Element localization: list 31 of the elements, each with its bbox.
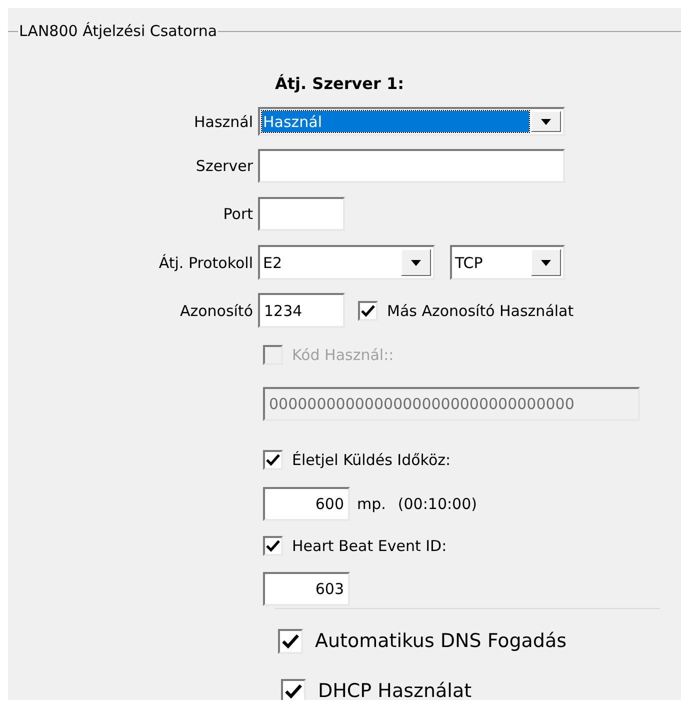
dropdown-arrow-icon: [411, 260, 421, 266]
checkbox-label: Életjel Küldés Időköz:: [292, 451, 451, 469]
field-label: Szerver: [194, 157, 254, 175]
checkbox[interactable]: [358, 300, 378, 320]
server-field[interactable]: [258, 149, 565, 183]
port-field[interactable]: [258, 197, 345, 231]
checkbox[interactable]: [263, 450, 283, 470]
event-id-field[interactable]: 603: [263, 572, 350, 606]
unit-label: mp.: [357, 495, 386, 513]
checkbox-label: Automatikus DNS Fogadás: [315, 630, 567, 652]
checkbox[interactable]: [281, 678, 306, 700]
checkbox[interactable]: [278, 628, 303, 654]
checkbox-label: Kód Használ::: [292, 346, 394, 364]
group-title: LAN800 Átjelzési Csatorna: [18, 21, 218, 41]
checkbox-label: DHCP Használat: [318, 680, 472, 700]
field-label: Azonosító: [178, 302, 254, 320]
dropdown-arrow-icon: [541, 118, 551, 124]
duration-label: (00:10:00): [398, 495, 477, 513]
field-label: Átj. Protokoll: [158, 254, 254, 272]
dropdown-arrow-icon: [541, 260, 551, 266]
checkbox-label: Más Azonosító Használat: [387, 302, 574, 320]
interval-field[interactable]: 600: [263, 487, 350, 521]
transport-dropdown[interactable]: TCP: [450, 245, 565, 280]
identifier-field[interactable]: 1234: [258, 293, 345, 328]
section-heading: Átj. Szerver 1:: [274, 74, 404, 92]
checkbox[interactable]: [263, 536, 283, 556]
checkbox-label: Heart Beat Event ID:: [292, 537, 447, 555]
use-dropdown[interactable]: Használ: [258, 107, 565, 136]
field-label: Használ: [192, 112, 254, 130]
protocol-dropdown[interactable]: E2: [258, 245, 435, 280]
field-label: Port: [222, 205, 254, 223]
